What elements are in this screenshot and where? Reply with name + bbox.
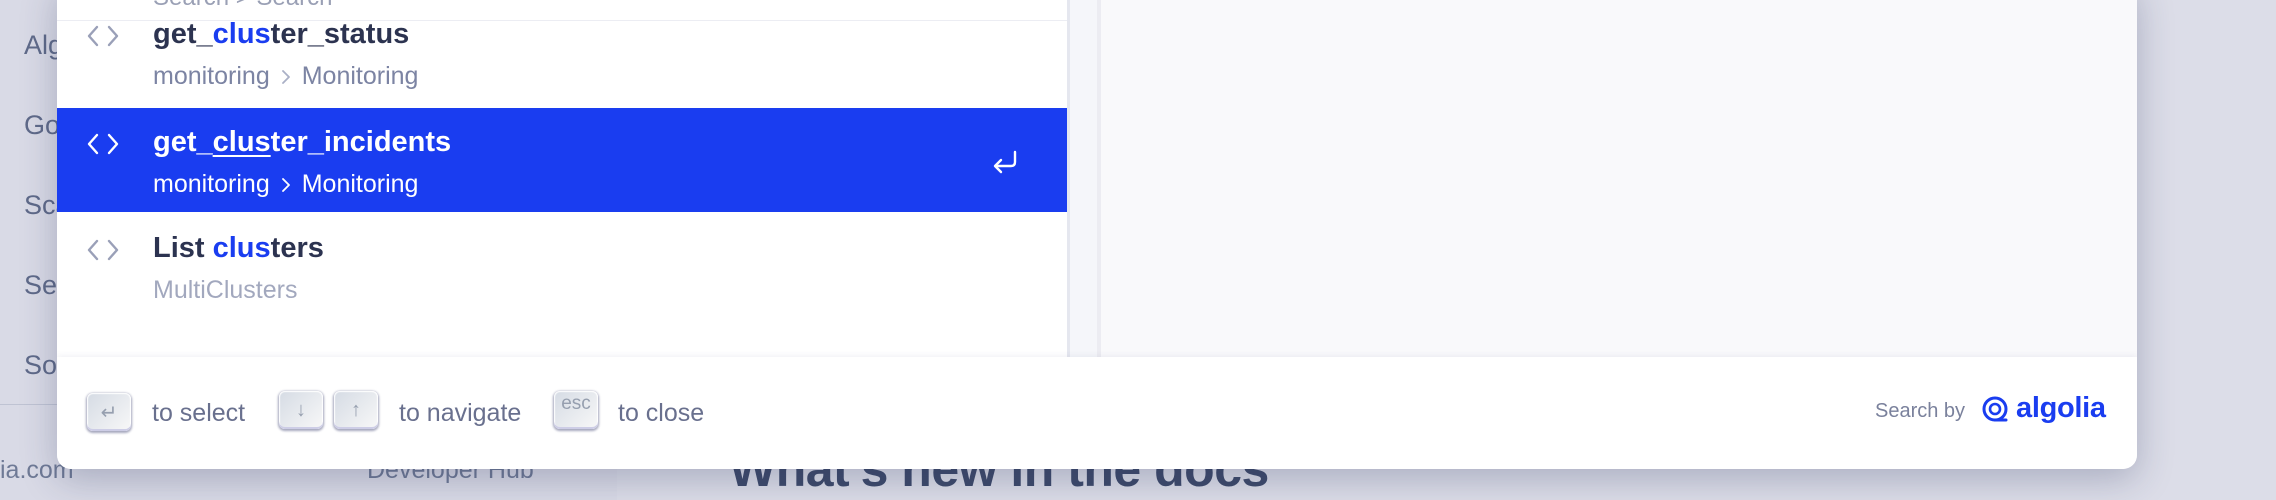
hit-path: MultiClusters [153, 276, 297, 305]
enter-key-hint: ↵ [87, 393, 131, 431]
chevron-right-icon [281, 177, 290, 192]
sidebar-item: So [24, 350, 58, 380]
hit-path-level2: Monitoring [301, 62, 419, 90]
hit-path: monitoring Monitoring [153, 62, 418, 91]
hit-title-highlight: clus [212, 232, 271, 264]
hit-title-highlight: clus [212, 126, 271, 158]
algolia-logo[interactable]: algolia [1980, 392, 2106, 425]
code-icon [87, 133, 119, 155]
hit-path: monitoring Monitoring [153, 170, 418, 199]
code-icon [87, 25, 119, 47]
hit-title-highlight: clus [212, 18, 271, 50]
select-hint-label: to select [152, 399, 246, 427]
hit-path-level1: monitoring [153, 170, 270, 198]
algolia-wordmark: algolia [2016, 392, 2106, 424]
search-by-label: Search by [1875, 400, 1966, 422]
results-scrollbar[interactable] [1067, 0, 1070, 357]
chevron-right-icon [281, 69, 290, 84]
navigate-hint-label: to navigate [399, 399, 522, 427]
arrow-down-key-hint: ↓ [279, 391, 323, 429]
search-results-list[interactable]: Search > Search get_cluster_status monit… [57, 0, 1067, 357]
search-hit[interactable]: List clusters MultiClusters [57, 214, 1067, 318]
preview-panel [1097, 0, 2137, 357]
arrow-up-key-hint: ↑ [334, 391, 378, 429]
hit-title: get_cluster_status [153, 18, 410, 50]
sidebar-item: Go [24, 110, 61, 140]
esc-key-hint: esc [554, 391, 598, 429]
hit-path-level1: MultiClusters [153, 276, 298, 304]
search-hit[interactable]: get_cluster_status monitoring Monitoring [57, 0, 1067, 104]
search-footer: ↵ to select ↓ ↑ to navigate esc to close… [57, 357, 2137, 469]
search-modal: Search > Search get_cluster_status monit… [57, 0, 2137, 469]
algolia-mark-icon [1982, 396, 2008, 421]
search-hit-selected[interactable]: get_cluster_incidents monitoring Monitor… [57, 108, 1067, 212]
sidebar-item: Se [24, 270, 58, 300]
close-hint-label: to close [618, 399, 705, 427]
hit-title: get_cluster_incidents [153, 126, 452, 158]
hit-path-level2: Monitoring [301, 170, 419, 198]
hit-title: List clusters [153, 232, 324, 264]
hit-path-level1: monitoring [153, 62, 270, 90]
code-icon [87, 239, 119, 261]
enter-icon[interactable] [990, 148, 1020, 178]
